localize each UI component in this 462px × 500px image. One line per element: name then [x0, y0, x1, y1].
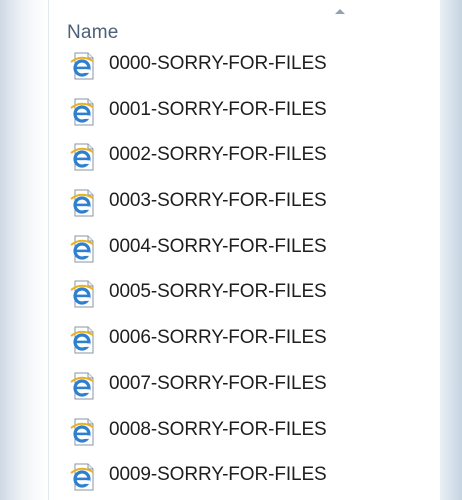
file-row[interactable]: 0004-SORRY-FOR-FILES — [49, 228, 441, 274]
file-list: 0000-SORRY-FOR-FILES 0001-SORRY-FOR-FILE… — [49, 52, 441, 500]
internet-explorer-html-file-icon — [70, 280, 94, 308]
internet-explorer-html-file-icon — [70, 98, 94, 126]
file-row[interactable]: 0003-SORRY-FOR-FILES — [49, 182, 441, 228]
file-row[interactable]: 0002-SORRY-FOR-FILES — [49, 136, 441, 182]
internet-explorer-html-file-icon — [70, 418, 94, 445]
file-name: 0008-SORRY-FOR-FILES — [109, 418, 327, 440]
internet-explorer-html-file-icon — [70, 372, 94, 400]
file-name: 0000-SORRY-FOR-FILES — [109, 53, 327, 74]
file-name: 0002-SORRY-FOR-FILES — [109, 144, 327, 166]
file-row[interactable]: 0007-SORRY-FOR-FILES — [49, 365, 441, 411]
internet-explorer-html-file-icon — [70, 235, 94, 263]
name-column-header[interactable]: Name — [67, 22, 118, 44]
file-name: 0003-SORRY-FOR-FILES — [109, 190, 327, 212]
sort-ascending-icon — [335, 9, 345, 14]
file-row[interactable]: 0000-SORRY-FOR-FILES — [49, 45, 441, 91]
file-row[interactable]: 0005-SORRY-FOR-FILES — [49, 273, 441, 319]
internet-explorer-html-file-icon — [70, 52, 94, 80]
file-name: 0001-SORRY-FOR-FILES — [109, 98, 327, 120]
file-name: 0007-SORRY-FOR-FILES — [109, 372, 327, 394]
file-name: 0009-SORRY-FOR-FILES — [109, 464, 327, 486]
window-right-border — [440, 0, 462, 500]
file-row[interactable]: 0006-SORRY-FOR-FILES — [49, 319, 441, 365]
internet-explorer-html-file-icon — [70, 326, 94, 354]
file-name: 0005-SORRY-FOR-FILES — [109, 281, 327, 303]
file-row[interactable]: 0009-SORRY-FOR-FILES — [49, 456, 441, 500]
file-name: 0006-SORRY-FOR-FILES — [109, 327, 327, 349]
internet-explorer-html-file-icon — [70, 143, 94, 171]
file-list-pane: Name 0000-SORRY-FOR-FILES 0001-SORRY-FOR… — [48, 0, 442, 500]
file-name: 0004-SORRY-FOR-FILES — [109, 235, 327, 257]
file-row[interactable]: 0001-SORRY-FOR-FILES — [49, 91, 441, 137]
file-row[interactable]: 0008-SORRY-FOR-FILES — [49, 411, 441, 457]
internet-explorer-html-file-icon — [70, 463, 94, 491]
internet-explorer-html-file-icon — [70, 189, 94, 217]
